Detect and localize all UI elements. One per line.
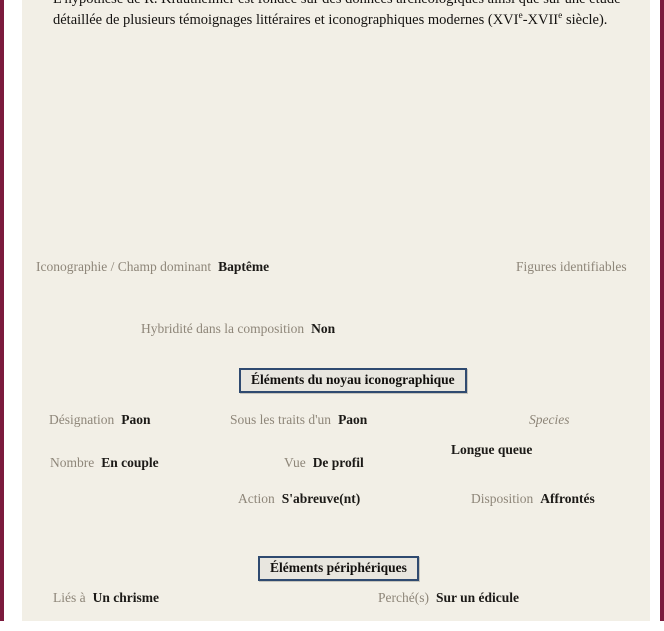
field-label: Figures identifiables (516, 259, 627, 274)
field-value: En couple (101, 455, 159, 470)
field-species-value: Longue queue (451, 442, 532, 458)
field-value: Affrontés (540, 491, 595, 506)
intro-line-2-part-b: -XVII (522, 12, 559, 28)
field-value: De profil (312, 455, 364, 470)
field-label: Désignation (49, 412, 115, 427)
field-vue: Vue De profil (284, 455, 364, 471)
field-action: Action S'abreuve(nt) (238, 491, 360, 507)
field-lies-a: Liés à Un chrisme (53, 590, 159, 606)
field-label: Perché(s) (378, 590, 429, 605)
intro-line-2-part-c: siècle). (562, 12, 608, 28)
field-label: Sous les traits d'un (230, 412, 332, 427)
field-label: Vue (284, 455, 306, 470)
field-label: Disposition (471, 491, 534, 506)
section-heading-elements-peripheriques: Éléments périphériques (258, 556, 419, 581)
field-value: Longue queue (451, 442, 533, 457)
section-heading-noyau-iconographique: Éléments du noyau iconographique (239, 368, 467, 393)
field-value: S'abreuve(nt) (281, 491, 361, 506)
field-value: Baptême (218, 259, 270, 274)
field-designation: Désignation Paon (49, 412, 151, 428)
field-hybridite-composition: Hybridité dans la composition Non (141, 321, 335, 337)
field-value: Paon (121, 412, 151, 427)
field-species-label: Species (529, 412, 569, 428)
field-sous-les-traits-dun: Sous les traits d'un Paon (230, 412, 367, 428)
intro-paragraph: L'hypothèse de R. Krautheimer est fondée… (53, 0, 655, 31)
field-label: Nombre (50, 455, 95, 470)
field-nombre: Nombre En couple (50, 455, 159, 471)
field-value: Non (311, 321, 336, 336)
field-label: Action (238, 491, 275, 506)
field-disposition: Disposition Affrontés (471, 491, 595, 507)
field-perche: Perché(s) Sur un édicule (378, 590, 519, 606)
document-page-frame: L'hypothèse de R. Krautheimer est fondée… (0, 0, 664, 621)
field-label: Iconographie / Champ dominant (36, 259, 212, 274)
field-value: Sur un édicule (435, 590, 520, 605)
field-value: Un chrisme (92, 590, 159, 605)
field-label: Liés à (53, 590, 86, 605)
field-figures-identifiables: Figures identifiables (516, 259, 627, 275)
field-value: Paon (338, 412, 368, 427)
intro-line-2-part-a: plusieurs témoignages littéraires et ico… (123, 12, 519, 28)
field-iconographie-champ-dominant: Iconographie / Champ dominant Baptême (36, 259, 269, 275)
field-label: Hybridité dans la composition (141, 321, 305, 336)
field-label: Species (529, 412, 570, 427)
document-sheet: L'hypothèse de R. Krautheimer est fondée… (22, 0, 650, 621)
